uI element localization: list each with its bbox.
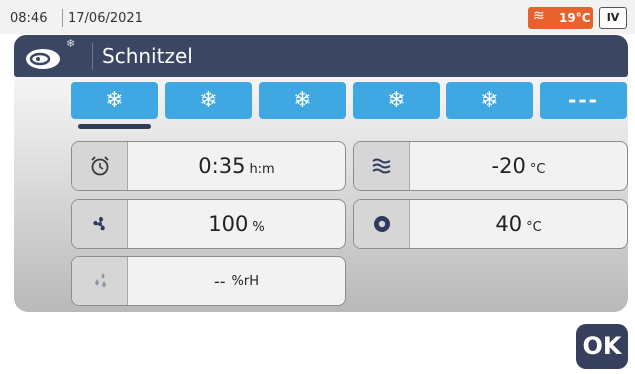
recipe-title: Schnitzel (102, 44, 193, 68)
level-badge[interactable]: IV (599, 7, 627, 29)
fan-unit: % (252, 219, 265, 235)
chamber-temperature-icon-box (354, 142, 410, 190)
phase-tab-6[interactable]: --- (540, 82, 627, 119)
oven-temperature-badge[interactable]: ≋ 19°C (528, 7, 593, 29)
heat-wave-icon: ≋ (533, 8, 545, 24)
time-icon-box (72, 142, 128, 190)
snowflake-icon: ❄ (480, 88, 499, 113)
fan-icon-box (72, 200, 128, 248)
snowflake-icon: ❄ (293, 88, 312, 113)
time-parameter[interactable]: 0:35 h:m (71, 141, 346, 191)
humidity-parameter[interactable]: -- %rH (71, 256, 346, 306)
core-temperature-value: 40 (495, 212, 523, 236)
status-divider (62, 9, 63, 27)
clock-time: 08:46 (10, 11, 48, 26)
core-temperature-icon-box (354, 200, 410, 248)
phase-tab-4[interactable]: ❄ (353, 82, 440, 119)
fan-icon (92, 216, 105, 231)
chamber-temperature-unit: °C (529, 161, 546, 177)
alarm-clock-icon (90, 156, 109, 176)
snowflake-icon: ❄ (387, 88, 406, 113)
core-temperature-unit: °C (526, 219, 542, 235)
meat-icon (26, 49, 60, 69)
ok-button[interactable]: OK (576, 324, 628, 369)
core-probe-icon (373, 216, 390, 232)
snowflake-small-icon: ❄ (66, 37, 76, 50)
fan-value: 100 (208, 212, 249, 236)
title-divider (92, 43, 93, 70)
oven-temperature-value: 19°C (559, 11, 591, 25)
humidity-icon-box (72, 257, 128, 305)
time-value: 0:35 (198, 154, 246, 178)
phase-tab-2[interactable]: ❄ (165, 82, 252, 119)
chamber-temperature-parameter[interactable]: -20 °C (353, 141, 628, 191)
wavy-heat-icon (371, 158, 391, 174)
water-drops-icon (94, 273, 106, 288)
chamber-temperature-value: -20 (491, 154, 526, 178)
phase-tab-3[interactable]: ❄ (259, 82, 346, 119)
recipe-title-bar[interactable]: ❄ Schnitzel (14, 35, 628, 77)
phase-tab-1[interactable]: ❄ (71, 82, 158, 119)
clock-date: 17/06/2021 (68, 11, 143, 26)
snowflake-icon: ❄ (199, 88, 218, 113)
humidity-unit: %rH (231, 273, 260, 289)
time-unit: h:m (249, 161, 275, 177)
fan-parameter[interactable]: 100 % (71, 199, 346, 249)
humidity-value: -- (213, 271, 226, 291)
status-bar: 08:46 17/06/2021 ≋ 19°C IV (0, 0, 635, 34)
active-phase-indicator (78, 124, 151, 129)
core-temperature-parameter[interactable]: 40 °C (353, 199, 628, 249)
snowflake-icon: ❄ (105, 88, 124, 113)
empty-phase-label: --- (568, 88, 599, 112)
phase-tab-5[interactable]: ❄ (446, 82, 533, 119)
